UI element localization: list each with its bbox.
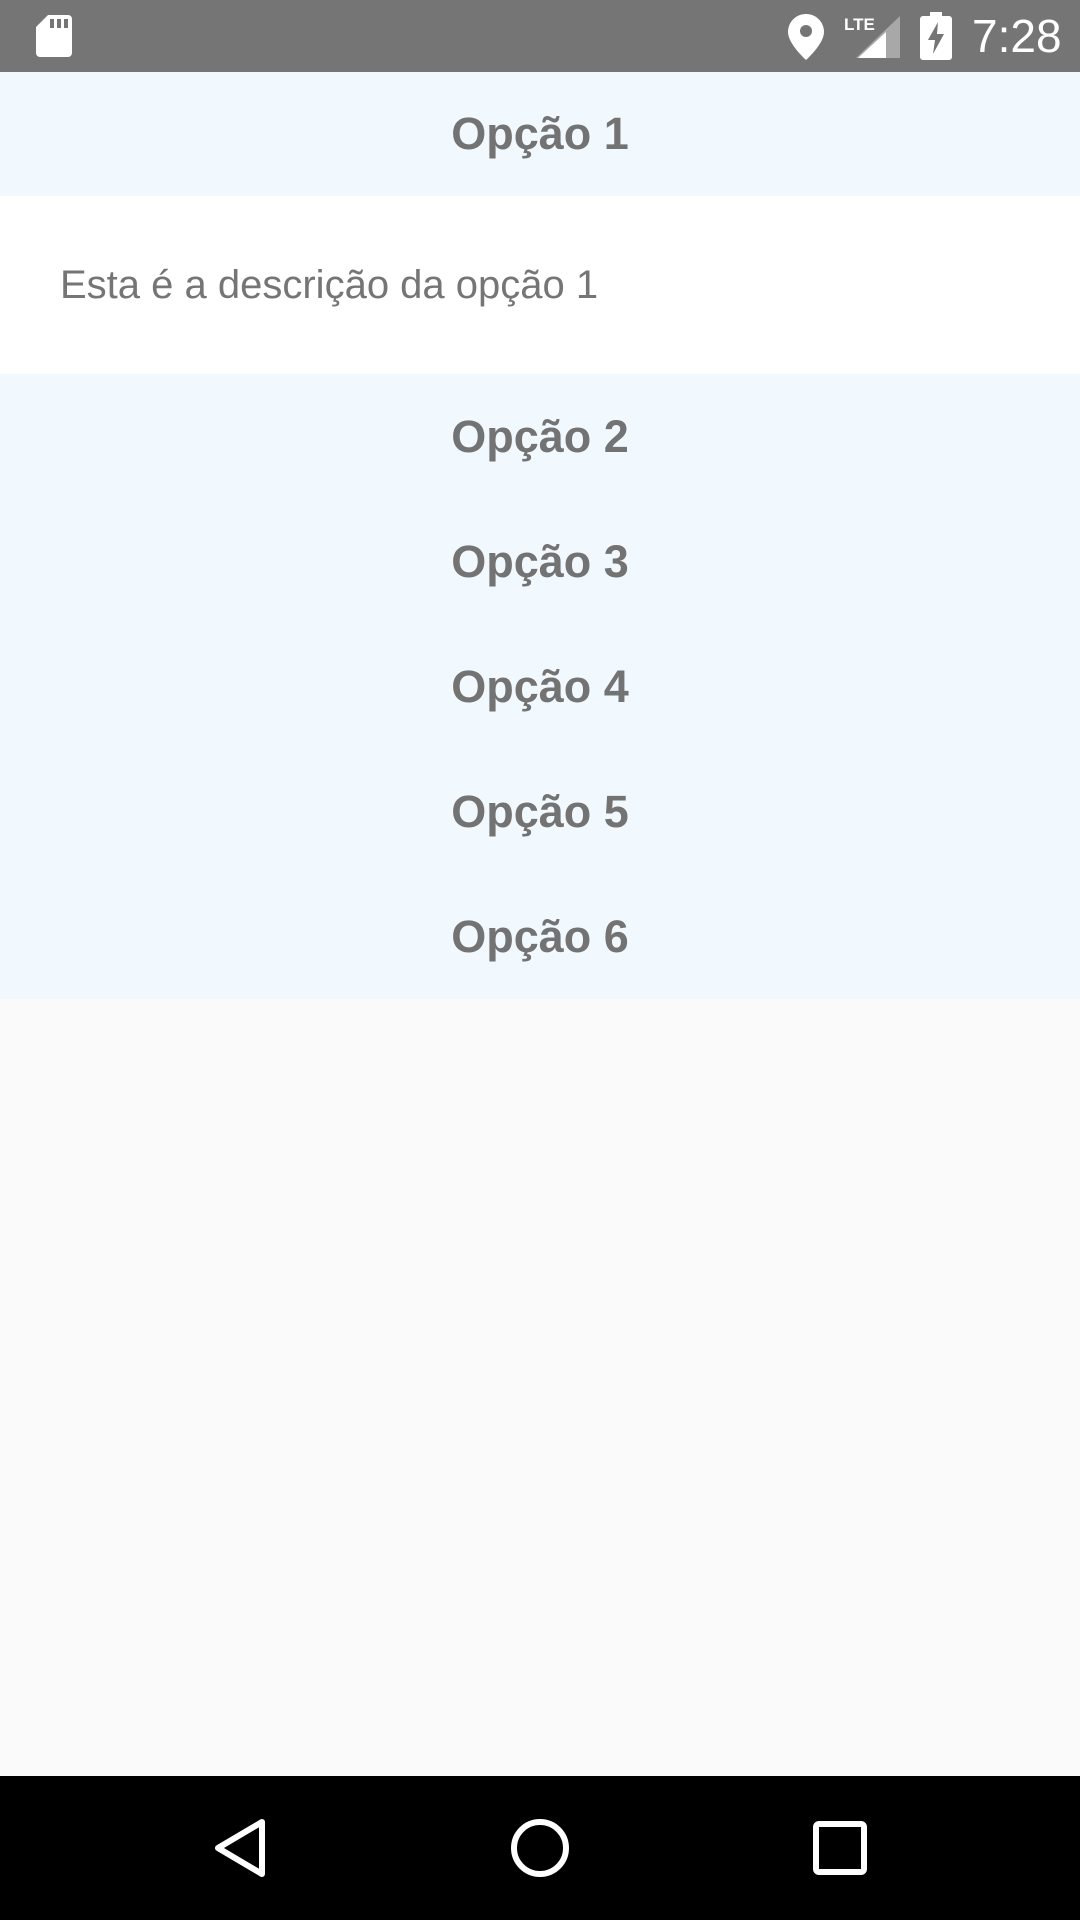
accordion-title: Opção 2 bbox=[451, 410, 629, 462]
accordion-title: Opção 6 bbox=[451, 910, 629, 962]
recents-icon bbox=[813, 1821, 867, 1875]
accordion-title: Opção 4 bbox=[451, 660, 629, 712]
location-icon bbox=[788, 14, 824, 60]
accordion-header-option-4[interactable]: Opção 4 bbox=[0, 624, 1080, 749]
home-icon bbox=[511, 1819, 569, 1877]
sd-card-icon bbox=[36, 15, 72, 57]
recents-button[interactable] bbox=[790, 1798, 890, 1898]
accordion-title: Opção 3 bbox=[451, 535, 629, 587]
accordion-header-option-2[interactable]: Opção 2 bbox=[0, 374, 1080, 499]
accordion-header-option-1[interactable]: Opção 1 bbox=[0, 72, 1080, 196]
navigation-bar bbox=[0, 1776, 1080, 1920]
accordion-header-option-5[interactable]: Opção 5 bbox=[0, 749, 1080, 874]
battery-charging-icon bbox=[920, 12, 952, 60]
accordion-list: Opção 1 Esta é a descrição da opção 1 Op… bbox=[0, 72, 1080, 999]
accordion-header-option-6[interactable]: Opção 6 bbox=[0, 874, 1080, 999]
accordion-header-option-3[interactable]: Opção 3 bbox=[0, 499, 1080, 624]
accordion-title: Opção 1 bbox=[451, 108, 629, 159]
status-bar: LTE 7:28 bbox=[0, 0, 1080, 72]
accordion-title: Opção 5 bbox=[451, 785, 629, 837]
accordion-description: Esta é a descrição da opção 1 bbox=[60, 262, 599, 307]
status-time: 7:28 bbox=[972, 10, 1062, 62]
back-button[interactable] bbox=[190, 1798, 290, 1898]
home-button[interactable] bbox=[490, 1798, 590, 1898]
back-icon bbox=[215, 1819, 265, 1877]
accordion-collapsed-group: Opção 2 Opção 3 Opção 4 Opção 5 Opção 6 bbox=[0, 374, 1080, 999]
accordion-content-option-1: Esta é a descrição da opção 1 bbox=[0, 196, 1080, 374]
lte-signal-icon: LTE bbox=[844, 15, 900, 58]
network-type-label: LTE bbox=[844, 15, 875, 34]
